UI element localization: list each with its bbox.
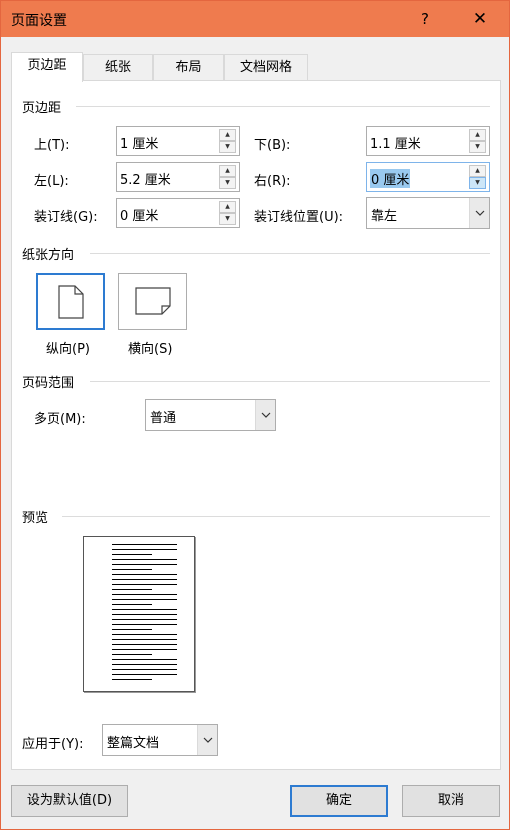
help-button[interactable]: ? xyxy=(415,7,435,31)
chevron-down-icon[interactable] xyxy=(197,725,217,755)
tab-layout[interactable]: 布局 xyxy=(153,54,224,81)
preview-section-title: 预览 xyxy=(22,511,49,526)
right-margin-value[interactable]: 0 厘米 xyxy=(370,169,411,188)
apply-to-value: 整篇文档 xyxy=(107,736,160,751)
preview-page-thumbnail xyxy=(83,536,195,692)
preview-separator xyxy=(62,516,490,517)
left-margin-value[interactable]: 5.2 厘米 xyxy=(120,169,171,188)
top-margin-spinner[interactable]: 1 厘米 ▲ ▼ xyxy=(116,126,240,156)
left-margin-label: 左(L): xyxy=(34,174,69,189)
margins-section-title: 页边距 xyxy=(22,101,62,116)
pages-separator xyxy=(90,381,490,382)
orientation-section-title: 纸张方向 xyxy=(22,248,75,263)
top-margin-down-icon[interactable]: ▼ xyxy=(219,141,236,153)
apply-to-label: 应用于(Y): xyxy=(22,737,84,752)
multiple-pages-select[interactable]: 普通 xyxy=(145,399,276,431)
top-margin-label: 上(T): xyxy=(34,138,70,153)
gutter-position-select[interactable]: 靠左 xyxy=(366,197,490,229)
cancel-button[interactable]: 取消 xyxy=(402,785,500,817)
right-margin-label: 右(R): xyxy=(254,174,291,189)
gutter-label: 装订线(G): xyxy=(34,210,98,225)
top-margin-value[interactable]: 1 厘米 xyxy=(120,133,158,152)
right-margin-spinner[interactable]: 0 厘米 ▲ ▼ xyxy=(366,162,490,192)
bottom-margin-up-icon[interactable]: ▲ xyxy=(469,129,486,141)
top-margin-up-icon[interactable]: ▲ xyxy=(219,129,236,141)
left-margin-down-icon[interactable]: ▼ xyxy=(219,177,236,189)
gutter-spinner[interactable]: 0 厘米 ▲ ▼ xyxy=(116,198,240,228)
gutter-position-value: 靠左 xyxy=(371,209,398,224)
bottom-margin-down-icon[interactable]: ▼ xyxy=(469,141,486,153)
orientation-separator xyxy=(90,253,490,254)
left-margin-spinner[interactable]: 5.2 厘米 ▲ ▼ xyxy=(116,162,240,192)
title-bar[interactable]: 页面设置 ? ✕ xyxy=(1,1,509,37)
right-margin-up-icon[interactable]: ▲ xyxy=(469,165,486,177)
gutter-value[interactable]: 0 厘米 xyxy=(120,205,158,224)
bottom-margin-label: 下(B): xyxy=(254,138,291,153)
left-margin-up-icon[interactable]: ▲ xyxy=(219,165,236,177)
window-title: 页面设置 xyxy=(11,13,67,29)
multiple-pages-value: 普通 xyxy=(150,411,177,426)
portrait-page-icon xyxy=(58,285,84,319)
apply-to-select[interactable]: 整篇文档 xyxy=(102,724,218,756)
gutter-position-label: 装订线位置(U): xyxy=(254,210,344,225)
landscape-button[interactable] xyxy=(118,273,187,330)
landscape-label: 横向(S) xyxy=(128,342,173,357)
pages-section-title: 页码范围 xyxy=(22,376,75,391)
gutter-up-icon[interactable]: ▲ xyxy=(219,201,236,213)
chevron-down-icon[interactable] xyxy=(469,198,489,228)
tab-paper[interactable]: 纸张 xyxy=(83,54,153,81)
portrait-label: 纵向(P) xyxy=(46,342,90,357)
close-button[interactable]: ✕ xyxy=(467,7,493,31)
gutter-down-icon[interactable]: ▼ xyxy=(219,213,236,225)
bottom-margin-spinner[interactable]: 1.1 厘米 ▲ ▼ xyxy=(366,126,490,156)
tab-panel-margins: 页边距 上(T): 1 厘米 ▲ ▼ 下(B): 1.1 厘米 ▲ ▼ 左(L): … xyxy=(11,80,501,770)
tab-document-grid[interactable]: 文档网格 xyxy=(224,54,308,81)
portrait-button[interactable] xyxy=(36,273,105,330)
bottom-margin-value[interactable]: 1.1 厘米 xyxy=(370,133,421,152)
chevron-down-icon[interactable] xyxy=(255,400,275,430)
page-setup-dialog: 页面设置 ? ✕ 页边距 纸张 布局 文档网格 页边距 上(T): 1 厘米 ▲… xyxy=(0,0,510,830)
set-default-button[interactable]: 设为默认值(D) xyxy=(11,785,128,817)
margins-separator xyxy=(76,106,490,107)
multiple-pages-label: 多页(M): xyxy=(34,412,86,427)
right-margin-down-icon[interactable]: ▼ xyxy=(469,177,486,189)
ok-button[interactable]: 确定 xyxy=(290,785,388,817)
landscape-page-icon xyxy=(135,287,171,315)
tab-margins[interactable]: 页边距 xyxy=(11,52,83,82)
